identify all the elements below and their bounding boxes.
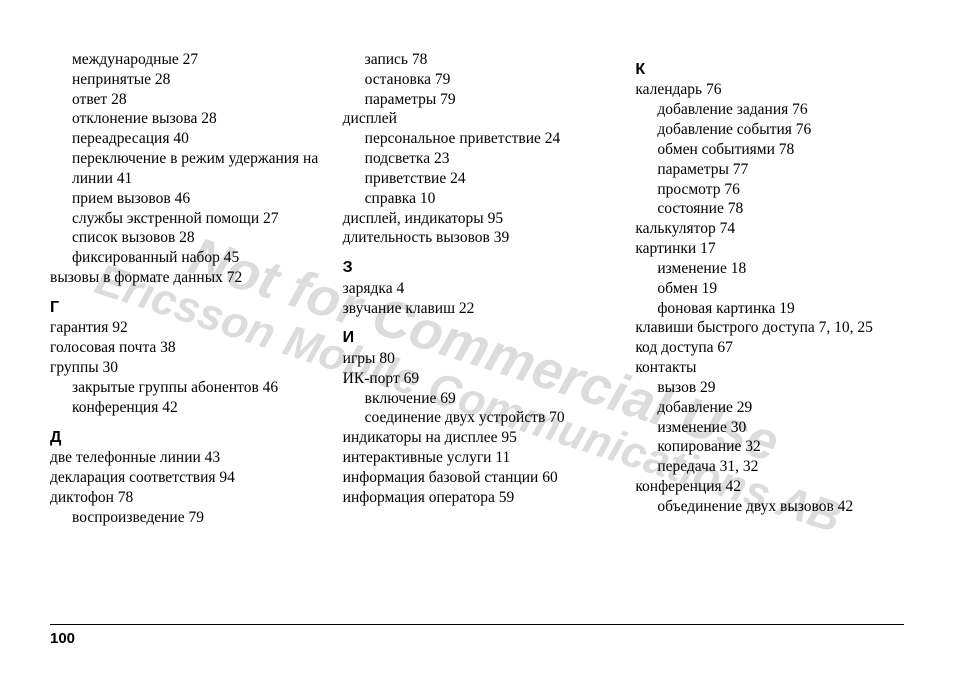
index-letter: К bbox=[635, 60, 904, 80]
index-entry: длительность вызовов 39 bbox=[343, 228, 612, 248]
index-entry: параметры 79 bbox=[343, 90, 612, 110]
index-entry: добавление 29 bbox=[635, 398, 904, 418]
index-entry: клавиши быстрого доступа 7, 10, 25 bbox=[635, 318, 904, 338]
index-entry: дисплей, индикаторы 95 bbox=[343, 209, 612, 229]
index-entry: объединение двух вызовов 42 bbox=[635, 497, 904, 517]
index-entry: изменение 18 bbox=[635, 259, 904, 279]
index-entry: календарь 76 bbox=[635, 80, 904, 100]
index-entry: остановка 79 bbox=[343, 70, 612, 90]
index-entry: воспроизведение 79 bbox=[50, 508, 319, 528]
index-entry: диктофон 78 bbox=[50, 488, 319, 508]
index-entry: список вызовов 28 bbox=[50, 228, 319, 248]
index-entry: индикаторы на дисплее 95 bbox=[343, 428, 612, 448]
index-letter: З bbox=[343, 258, 612, 278]
index-entry: приветствие 24 bbox=[343, 169, 612, 189]
index-columns: международные 27непринятые 28ответ 28отк… bbox=[50, 50, 904, 590]
index-entry: две телефонные линии 43 bbox=[50, 448, 319, 468]
index-entry: голосовая почта 38 bbox=[50, 338, 319, 358]
index-entry: информация оператора 59 bbox=[343, 488, 612, 508]
page: международные 27непринятые 28ответ 28отк… bbox=[0, 0, 954, 677]
index-entry: параметры 77 bbox=[635, 160, 904, 180]
index-letter: Г bbox=[50, 298, 319, 318]
index-entry: отклонение вызова 28 bbox=[50, 109, 319, 129]
index-entry: обмен 19 bbox=[635, 279, 904, 299]
index-entry: персональное приветствие 24 bbox=[343, 129, 612, 149]
index-entry: информация базовой станции 60 bbox=[343, 468, 612, 488]
index-entry: фоновая картинка 19 bbox=[635, 299, 904, 319]
index-entry: ответ 28 bbox=[50, 90, 319, 110]
index-entry: запись 78 bbox=[343, 50, 612, 70]
index-entry: копирование 32 bbox=[635, 437, 904, 457]
page-number: 100 bbox=[50, 630, 75, 647]
index-entry: службы экстренной помощи 27 bbox=[50, 209, 319, 229]
index-entry: декларация соответствия 94 bbox=[50, 468, 319, 488]
index-entry: контакты bbox=[635, 358, 904, 378]
index-entry: переадресация 40 bbox=[50, 129, 319, 149]
index-entry: прием вызовов 46 bbox=[50, 189, 319, 209]
index-entry: группы 30 bbox=[50, 358, 319, 378]
index-letter: Д bbox=[50, 428, 319, 448]
index-entry: закрытые группы абонентов 46 bbox=[50, 378, 319, 398]
index-entry: игры 80 bbox=[343, 349, 612, 369]
footer-rule bbox=[50, 624, 904, 625]
index-letter: И bbox=[343, 328, 612, 348]
index-entry: просмотр 76 bbox=[635, 180, 904, 200]
index-entry: дисплей bbox=[343, 109, 612, 129]
index-entry: соединение двух устройств 70 bbox=[343, 408, 612, 428]
index-entry: добавление задания 76 bbox=[635, 100, 904, 120]
index-entry: добавление события 76 bbox=[635, 120, 904, 140]
index-entry: интерактивные услуги 11 bbox=[343, 448, 612, 468]
index-entry: непринятые 28 bbox=[50, 70, 319, 90]
index-entry: ИК-порт 69 bbox=[343, 369, 612, 389]
index-entry: международные 27 bbox=[50, 50, 319, 70]
index-entry: переключение в режим удержания на линии … bbox=[50, 149, 319, 189]
index-entry: вызовы в формате данных 72 bbox=[50, 268, 319, 288]
index-entry: конференция 42 bbox=[635, 477, 904, 497]
index-entry: передача 31, 32 bbox=[635, 457, 904, 477]
index-entry: состояние 78 bbox=[635, 199, 904, 219]
index-entry: картинки 17 bbox=[635, 239, 904, 259]
index-entry: код доступа 67 bbox=[635, 338, 904, 358]
index-entry: зарядка 4 bbox=[343, 279, 612, 299]
index-entry: звучание клавиш 22 bbox=[343, 299, 612, 319]
index-entry: изменение 30 bbox=[635, 418, 904, 438]
index-entry: справка 10 bbox=[343, 189, 612, 209]
index-entry: гарантия 92 bbox=[50, 318, 319, 338]
index-entry: подсветка 23 bbox=[343, 149, 612, 169]
index-entry: вызов 29 bbox=[635, 378, 904, 398]
index-entry: калькулятор 74 bbox=[635, 219, 904, 239]
index-entry: фиксированный набор 45 bbox=[50, 248, 319, 268]
index-entry: конференция 42 bbox=[50, 398, 319, 418]
index-entry: обмен событиями 78 bbox=[635, 140, 904, 160]
index-entry: включение 69 bbox=[343, 389, 612, 409]
